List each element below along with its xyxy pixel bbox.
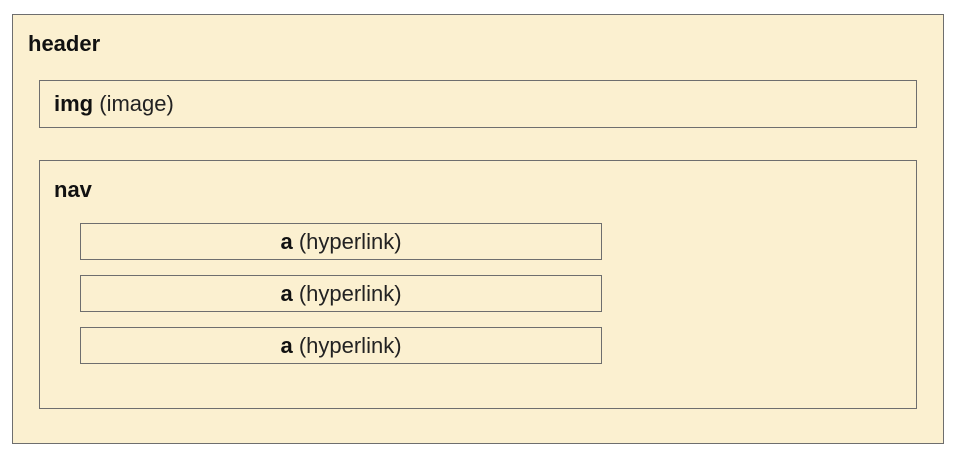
hyperlink-description: (hyperlink) — [298, 332, 402, 358]
header-tag: header — [28, 31, 101, 56]
img-description: (image) — [99, 91, 174, 116]
hyperlink-label-1: a (hyperlink) — [280, 229, 401, 255]
hyperlink-description: (hyperlink) — [298, 280, 402, 306]
nav-element-box: nav a (hyperlink) a (hyperlink) a (hyper… — [39, 160, 917, 409]
nav-tag: nav — [54, 177, 92, 202]
hyperlink-box-2: a (hyperlink) — [80, 275, 602, 312]
hyperlink-description: (hyperlink) — [298, 228, 402, 254]
img-element-box: img (image) — [39, 80, 917, 128]
hyperlink-box-1: a (hyperlink) — [80, 223, 602, 260]
hyperlink-label-3: a (hyperlink) — [280, 333, 401, 359]
img-element-label: img (image) — [54, 91, 174, 117]
header-element-box: header img (image) nav a (hyperlink) a (… — [12, 14, 944, 444]
img-tag: img — [54, 91, 94, 116]
hyperlink-tag: a — [280, 280, 293, 306]
hyperlink-label-2: a (hyperlink) — [280, 281, 401, 307]
hyperlink-tag: a — [280, 332, 293, 358]
hyperlink-box-3: a (hyperlink) — [80, 327, 602, 364]
hyperlink-tag: a — [280, 228, 293, 254]
nav-element-label: nav — [54, 177, 92, 203]
header-element-label: header — [28, 31, 100, 57]
